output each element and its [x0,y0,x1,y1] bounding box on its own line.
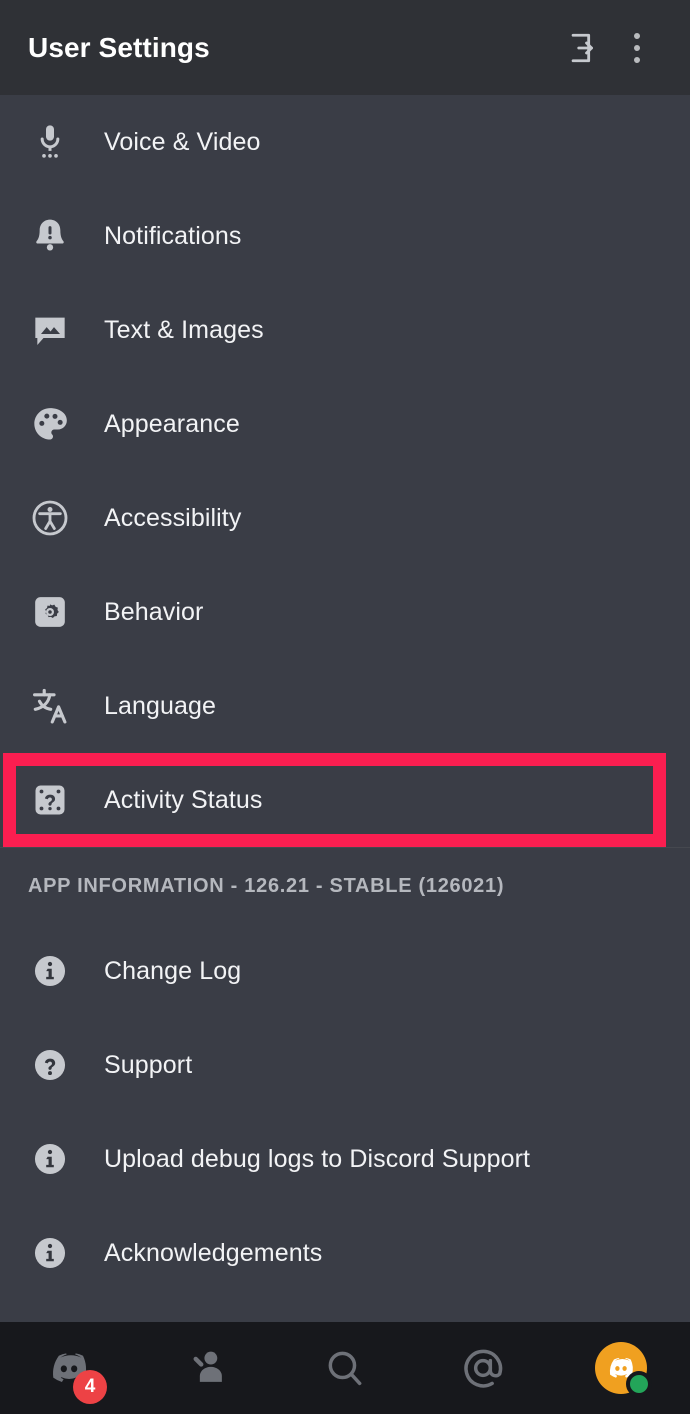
kebab-dots [634,30,640,66]
settings-item-label: Text & Images [104,315,264,344]
kebab-dot [634,44,640,51]
settings-item-label: Behavior [104,597,204,626]
kebab-dot [634,32,640,39]
info-circle-icon [28,1137,72,1181]
settings-item-notifications[interactable]: Notifications [0,189,690,283]
info-circle-icon [28,949,72,993]
online-status-dot [626,1371,652,1397]
translate-icon [28,684,72,728]
palette-icon [28,402,72,446]
settings-item-label: Notifications [104,221,242,250]
settings-item-behavior[interactable]: Behavior [0,565,690,659]
settings-item-activity-status[interactable]: Activity Status [0,753,690,847]
kebab-dot [634,56,640,63]
friends-icon [185,1346,229,1390]
app-info-item-label: Change Log [104,956,242,985]
kebab-menu-icon[interactable] [610,21,664,75]
settings-list[interactable]: Voice & Video Notifications Text & Image… [0,95,690,1322]
settings-item-label: Activity Status [104,785,263,814]
app-info-item-upload-debug-logs[interactable]: Upload debug logs to Discord Support [0,1112,690,1206]
settings-item-accessibility[interactable]: Accessibility [0,471,690,565]
bell-alert-icon [28,214,72,258]
user-settings-screen: User Settings Voice & Video Notification… [0,0,690,1414]
settings-item-voice-video[interactable]: Voice & Video [0,95,690,189]
app-info-item-change-log[interactable]: Change Log [0,924,690,1018]
app-header: User Settings [0,0,690,95]
chat-image-icon [28,308,72,352]
unread-badge: 4 [73,1370,107,1404]
avatar [595,1342,652,1397]
highlight-annotation [3,753,666,847]
app-info-item-support[interactable]: Support [0,1018,690,1112]
app-information-section-header: APP INFORMATION - 126.21 - STABLE (12602… [28,874,505,897]
logout-icon[interactable] [556,21,610,75]
microphone-icon [28,120,72,164]
settings-item-label: Appearance [104,409,240,438]
settings-item-label: Voice & Video [104,127,261,156]
settings-item-language[interactable]: Language [0,659,690,753]
settings-item-appearance[interactable]: Appearance [0,377,690,471]
nav-item-search[interactable] [276,1322,414,1414]
bottom-navigation-bar: 4 [0,1322,690,1414]
settings-item-text-images[interactable]: Text & Images [0,283,690,377]
nav-item-mentions[interactable] [414,1322,552,1414]
nav-item-servers[interactable]: 4 [0,1322,138,1414]
app-info-item-label: Acknowledgements [104,1238,323,1267]
nav-item-profile[interactable] [552,1322,690,1414]
accessibility-icon [28,496,72,540]
search-icon [323,1346,367,1390]
activity-status-icon [28,778,72,822]
gear-square-icon [28,590,72,634]
settings-item-label: Accessibility [104,503,242,532]
page-title: User Settings [28,31,210,63]
question-circle-icon [28,1043,72,1087]
mentions-at-icon [461,1346,505,1390]
app-info-item-label: Support [104,1050,193,1079]
settings-item-label: Language [104,691,217,720]
nav-item-friends[interactable] [138,1322,276,1414]
info-circle-icon [28,1231,72,1275]
app-info-item-label: Upload debug logs to Discord Support [104,1144,531,1173]
app-info-item-acknowledgements[interactable]: Acknowledgements [0,1206,690,1300]
